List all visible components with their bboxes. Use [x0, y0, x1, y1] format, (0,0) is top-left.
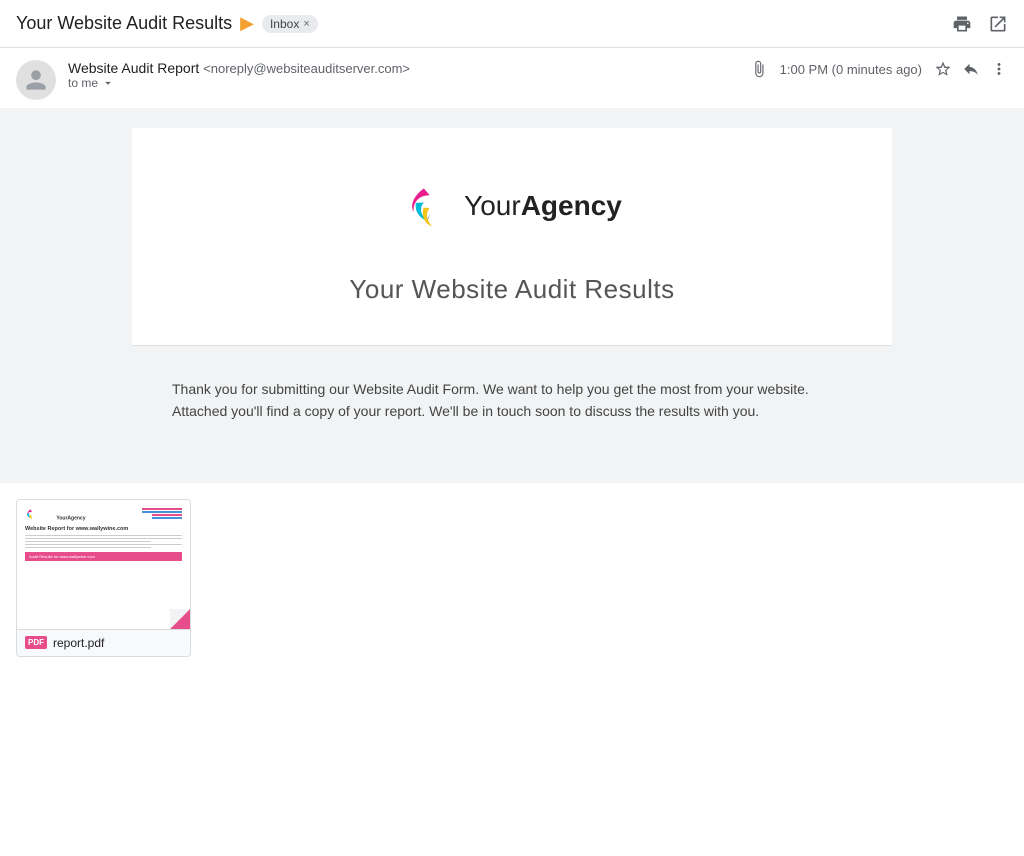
logo-your-text: Your	[464, 190, 521, 221]
pdf-preview-content: YourAgency Website Report for www.wallyw…	[25, 508, 182, 621]
pdf-address-area	[142, 508, 182, 519]
hero-section: YourAgency Your Website Audit Results	[132, 128, 892, 346]
sender-name: Website Audit Report	[68, 60, 199, 76]
email-actions	[934, 60, 1008, 78]
top-bar: Your Website Audit Results ▶ Inbox ×	[0, 0, 1024, 48]
pdf-bar: Audit Results for www.wallywine.com	[25, 552, 182, 561]
pdf-icon-badge: PDF	[25, 636, 47, 649]
pdf-body-lines	[25, 535, 182, 549]
email-subject: Your Website Audit Results	[16, 13, 232, 34]
pdf-preview-title: Website Report for www.wallywine.com	[25, 526, 182, 532]
print-icon[interactable]	[952, 14, 972, 34]
top-bar-left: Your Website Audit Results ▶ Inbox ×	[16, 13, 318, 34]
pdf-logo-text: YourAgency	[25, 508, 85, 522]
sender-area: Website Audit Report <noreply@websiteaud…	[16, 60, 410, 100]
email-body-wrapper: YourAgency Your Website Audit Results Th…	[0, 108, 1024, 483]
email-meta: 1:00 PM (0 minutes ago)	[750, 60, 1008, 78]
pdf-addr-line-1	[142, 508, 182, 510]
attachment-icon	[750, 60, 768, 78]
reply-icon[interactable]	[962, 60, 980, 78]
hero-title: Your Website Audit Results	[152, 274, 872, 305]
sender-avatar	[16, 60, 56, 100]
email-content-card: YourAgency Your Website Audit Results Th…	[132, 128, 892, 463]
attachment-preview: YourAgency Website Report for www.wallyw…	[17, 500, 190, 630]
chevron-down-icon	[101, 76, 115, 90]
to-me-label: to me	[68, 76, 98, 90]
star-icon[interactable]	[934, 60, 952, 78]
pdf-line-3	[25, 541, 151, 543]
sender-name-row: Website Audit Report <noreply@websiteaud…	[68, 60, 410, 76]
body-section: Thank you for submitting our Website Aud…	[132, 346, 892, 463]
page-scroll[interactable]: Your Website Audit Results ▶ Inbox ×	[0, 0, 1024, 856]
pdf-line-5	[25, 547, 151, 549]
top-bar-actions	[952, 14, 1008, 34]
forward-arrow-icon: ▶	[240, 13, 254, 34]
more-options-icon[interactable]	[990, 60, 1008, 78]
sender-info: Website Audit Report <noreply@websiteaud…	[68, 60, 410, 90]
sender-email: <noreply@websiteauditserver.com>	[203, 61, 410, 76]
body-text: Thank you for submitting our Website Aud…	[172, 378, 852, 423]
pdf-addr-line-2	[142, 511, 182, 513]
inbox-label: Inbox	[270, 17, 299, 31]
popout-icon[interactable]	[988, 14, 1008, 34]
logo-agency-text: Agency	[521, 190, 622, 221]
logo-area: YourAgency	[152, 178, 872, 234]
close-badge-button[interactable]: ×	[303, 18, 309, 30]
pdf-line-1	[25, 535, 182, 537]
corner-fold-decoration	[170, 609, 190, 629]
logo-brand-text: YourAgency	[464, 190, 622, 222]
attachment-card[interactable]: YourAgency Website Report for www.wallyw…	[16, 499, 191, 657]
pdf-logo-icon	[25, 508, 55, 520]
to-me-dropdown[interactable]: to me	[68, 76, 410, 90]
pdf-addr-line-3	[152, 514, 182, 516]
attachment-filename: report.pdf	[53, 636, 104, 650]
attachment-filename-row: PDF report.pdf	[17, 630, 190, 656]
agency-logo-icon	[402, 178, 454, 234]
email-header: Website Audit Report <noreply@websiteaud…	[0, 48, 1024, 108]
email-time: 1:00 PM (0 minutes ago)	[780, 62, 922, 77]
attachment-area: YourAgency Website Report for www.wallyw…	[0, 483, 1024, 677]
inbox-badge[interactable]: Inbox ×	[262, 15, 318, 33]
person-icon	[24, 68, 48, 92]
email-wrapper: Your Website Audit Results ▶ Inbox ×	[0, 0, 1024, 856]
pdf-line-2	[25, 538, 182, 540]
pdf-line-4	[25, 544, 182, 546]
pdf-addr-line-4	[152, 517, 182, 519]
